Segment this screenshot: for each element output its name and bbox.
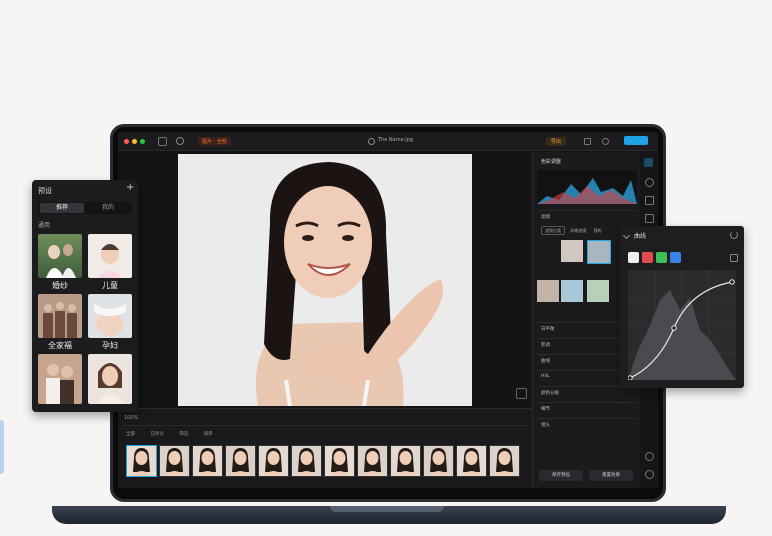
curve-graph[interactable]	[628, 270, 736, 380]
eyedropper-icon[interactable]	[730, 254, 738, 262]
section-white-balance[interactable]: 白平衡	[541, 326, 555, 332]
white-channel[interactable]	[628, 252, 639, 263]
back-icon[interactable]	[158, 137, 167, 146]
adjust-tool-icon[interactable]	[644, 158, 653, 167]
headphones-icon[interactable]	[645, 452, 654, 461]
blue-channel[interactable]	[670, 252, 681, 263]
tab-recommended[interactable]: 推荐	[40, 203, 84, 213]
portrait-image	[178, 154, 472, 406]
export-chip[interactable]: 导出	[546, 137, 567, 146]
preset-portrait[interactable]	[88, 354, 132, 404]
filmstrip-thumbnail[interactable]	[225, 445, 256, 477]
laptop-hinge	[330, 506, 444, 512]
histogram	[537, 170, 637, 204]
side-tab[interactable]	[0, 420, 4, 474]
filmstrip-thumbnail[interactable]	[126, 445, 157, 477]
layers-tool-icon[interactable]	[645, 214, 654, 223]
filter-thumb[interactable]	[561, 240, 583, 262]
filter-thumb[interactable]	[537, 280, 559, 302]
help-icon[interactable]	[645, 470, 654, 479]
main-photo[interactable]	[178, 154, 472, 406]
divider	[537, 418, 637, 419]
filter-button[interactable]: 筛选	[179, 432, 188, 437]
filter-rated[interactable]: 已评分	[150, 432, 164, 437]
share-icon[interactable]	[584, 138, 591, 145]
filter-all[interactable]: 全部	[126, 432, 135, 437]
reset-button[interactable]: 重置效果	[589, 470, 633, 481]
filmstrip-thumbnail[interactable]	[192, 445, 223, 477]
minimize-window-icon[interactable]	[132, 139, 137, 144]
section-filter[interactable]: 滤镜	[541, 214, 550, 220]
preset-label: 孕妇	[102, 341, 118, 350]
filmstrip-thumbnail[interactable]	[291, 445, 322, 477]
presets-section-title: 通用	[38, 222, 51, 229]
divider	[122, 425, 528, 426]
section-lens[interactable]: 镜头	[541, 422, 550, 428]
filter-thumb[interactable]	[587, 240, 611, 264]
export-button[interactable]	[624, 136, 648, 145]
crop-tool-icon[interactable]	[645, 196, 654, 205]
filmstrip-thumbnail[interactable]	[357, 445, 388, 477]
zoom-level[interactable]: 100%	[124, 415, 138, 421]
save-preset-button[interactable]: 保存预设	[539, 470, 583, 481]
filter-thumb[interactable]	[587, 280, 609, 302]
presets-title: 预设	[38, 187, 52, 195]
reset-curve-icon[interactable]	[730, 231, 738, 239]
sort-button[interactable]: 排序	[204, 432, 213, 437]
filter-tab-mine[interactable]: 我的	[594, 228, 602, 233]
red-channel[interactable]	[642, 252, 653, 263]
filmstrip-thumbnail[interactable]	[324, 445, 355, 477]
preset-label: 儿童	[102, 281, 118, 290]
preset-children[interactable]	[88, 234, 132, 278]
filmstrip-thumbnail[interactable]	[489, 445, 520, 477]
section-curves[interactable]: 曲线	[541, 358, 550, 364]
preset-family[interactable]	[38, 294, 82, 338]
file-icon	[368, 138, 375, 145]
user-icon[interactable]	[602, 138, 609, 145]
filter-tab-category[interactable]: 滤镜分类	[541, 226, 565, 235]
filter-tab-style[interactable]: 风格滤镜	[570, 228, 586, 233]
presets-panel: 预设 + 推荐 我的 通用 婚纱 儿童 全家福 孕妇	[32, 180, 138, 412]
green-channel[interactable]	[656, 252, 667, 263]
tab-mine[interactable]: 我的	[86, 203, 130, 213]
file-name: The Name.jpg	[378, 137, 413, 143]
filmstrip-thumbnail[interactable]	[258, 445, 289, 477]
filmstrip-thumbnail[interactable]	[390, 445, 421, 477]
preset-label: 全家福	[48, 341, 72, 350]
section-detail[interactable]: 细节	[541, 406, 550, 412]
preset-couple[interactable]	[38, 354, 82, 404]
filmstrip: 100% 全部 已评分 筛选 排序	[118, 408, 532, 488]
section-color-grading[interactable]: 颜色分级	[541, 390, 559, 396]
section-hsl[interactable]: HSL	[541, 374, 550, 379]
filmstrip-thumbnail[interactable]	[423, 445, 454, 477]
divider	[537, 210, 637, 211]
panel-title: 色彩调整	[541, 159, 562, 165]
fullscreen-icon[interactable]	[516, 388, 527, 399]
preset-label: 婚纱	[52, 281, 68, 290]
color-tool-icon[interactable]	[645, 178, 654, 187]
filter-tabs: 滤镜分类 风格滤镜 我的	[541, 226, 602, 235]
curves-panel: 曲线	[620, 226, 744, 388]
project-chip[interactable]: 图片 · 全部	[198, 137, 231, 146]
curves-title: 曲线	[634, 233, 647, 240]
filmstrip-thumbnail[interactable]	[456, 445, 487, 477]
add-preset-button[interactable]: +	[126, 182, 134, 193]
search-icon[interactable]	[176, 137, 184, 145]
app-window: 图片 · 全部 The Name.jpg 导出 100% 全部 已评分 筛选 排…	[118, 132, 658, 488]
close-window-icon[interactable]	[124, 139, 129, 144]
presets-tabs: 推荐 我的	[38, 202, 132, 214]
collapse-icon[interactable]	[622, 231, 631, 240]
preset-maternity[interactable]	[88, 294, 132, 338]
divider	[537, 402, 637, 403]
filter-thumb[interactable]	[561, 280, 583, 302]
filmstrip-toolbar: 全部 已评分 筛选 排序	[126, 431, 213, 437]
preset-wedding[interactable]	[38, 234, 82, 278]
section-tone[interactable]: 影调	[541, 342, 550, 348]
title-bar: 图片 · 全部 The Name.jpg 导出	[118, 132, 658, 151]
filmstrip-thumbnail[interactable]	[159, 445, 190, 477]
maximize-window-icon[interactable]	[140, 139, 145, 144]
